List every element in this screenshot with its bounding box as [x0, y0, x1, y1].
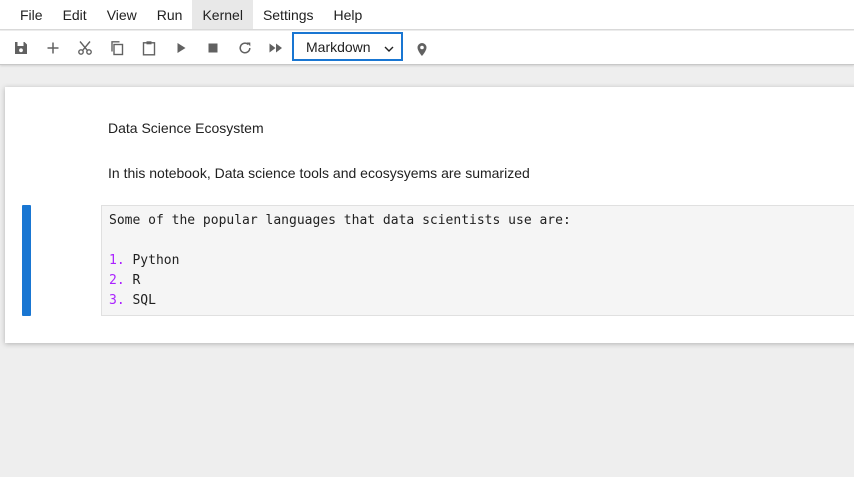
play-icon	[177, 43, 186, 53]
editor-list-item: 1. Python	[109, 253, 179, 268]
scissors-icon	[78, 41, 92, 55]
plus-icon	[47, 42, 59, 54]
chevron-down-icon	[384, 46, 394, 52]
editor-list-item: 2. R	[109, 273, 140, 288]
cut-button[interactable]	[73, 36, 97, 60]
markdown-heading: Data Science Ecosystem	[108, 120, 264, 136]
restart-button[interactable]	[233, 36, 257, 60]
notebook-toolbar: Markdown	[0, 31, 854, 65]
copy-button[interactable]	[105, 36, 129, 60]
menu-bar: File Edit View Run Kernel Settings Help	[0, 0, 854, 30]
list-text: Python	[132, 253, 180, 268]
cell-type-select[interactable]: Markdown	[292, 32, 403, 61]
copy-icon	[111, 41, 124, 56]
editor-list-item: 3. SQL	[109, 293, 156, 308]
markdown-cell-editor[interactable]: Some of the popular languages that data …	[101, 205, 854, 316]
menu-file[interactable]: File	[10, 0, 53, 29]
menu-view[interactable]: View	[97, 0, 147, 29]
fast-forward-icon	[269, 43, 282, 53]
run-button[interactable]	[169, 36, 193, 60]
list-text: R	[132, 273, 141, 288]
active-cell-indicator[interactable]	[22, 205, 31, 316]
insert-cell-button[interactable]	[41, 36, 65, 60]
editor-line: Some of the popular languages that data …	[109, 213, 571, 228]
pin-button[interactable]	[410, 37, 434, 61]
map-pin-icon	[417, 43, 427, 56]
save-icon	[15, 42, 27, 54]
cell-type-value: Markdown	[306, 38, 371, 55]
interrupt-button[interactable]	[201, 36, 225, 60]
restart-icon	[239, 42, 251, 54]
markdown-paragraph: In this notebook, Data science tools and…	[108, 165, 530, 181]
list-number: 3.	[109, 293, 125, 308]
list-text: SQL	[132, 293, 156, 308]
paste-icon	[142, 41, 156, 56]
restart-run-all-button[interactable]	[264, 36, 288, 60]
menu-kernel[interactable]: Kernel	[192, 0, 253, 29]
editor-intro-text: Some of the popular languages that data …	[109, 213, 571, 228]
stop-icon	[208, 43, 218, 53]
notebook-panel: Data Science Ecosystem In this notebook,…	[5, 87, 854, 343]
save-button[interactable]	[9, 36, 33, 60]
menu-help[interactable]: Help	[324, 0, 373, 29]
menu-settings[interactable]: Settings	[253, 0, 324, 29]
menu-run[interactable]: Run	[147, 0, 193, 29]
paste-button[interactable]	[137, 36, 161, 60]
menu-edit[interactable]: Edit	[53, 0, 97, 29]
list-number: 1.	[109, 253, 125, 268]
list-number: 2.	[109, 273, 125, 288]
